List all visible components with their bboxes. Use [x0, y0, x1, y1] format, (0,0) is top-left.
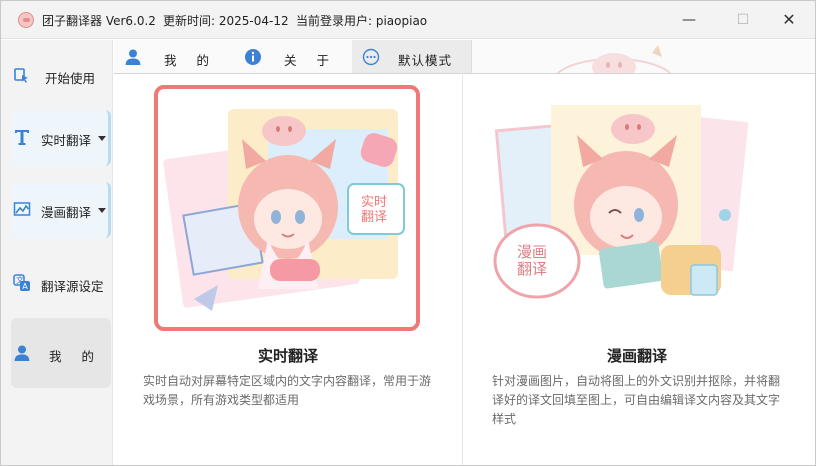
- manga-illustration[interactable]: 漫画翻译: [491, 95, 759, 315]
- minimize-button[interactable]: —: [669, 5, 709, 35]
- title-bar: 团子翻译器 Ver6.0.2 更新时间: 2025-04-12 当前登录用户: …: [1, 1, 815, 39]
- sidebar-item-translate-source[interactable]: 文 A 翻译源设定: [11, 256, 111, 312]
- card-title: 实时翻译: [257, 347, 318, 365]
- sidebar-item-label: 我的: [49, 349, 115, 364]
- app-name: 团子翻译器 Ver6.0.2: [42, 14, 156, 28]
- image-chart-icon: [13, 202, 31, 216]
- app-window: 团子翻译器 Ver6.0.2 更新时间: 2025-04-12 当前登录用户: …: [0, 0, 816, 466]
- user-icon: [14, 345, 30, 361]
- sidebar-item-me[interactable]: 我的: [11, 318, 111, 388]
- anime-girl-illustration: 实时翻译: [163, 109, 405, 311]
- chevron-down-icon[interactable]: [98, 136, 106, 141]
- sidebar-item-label: 漫画翻译: [41, 205, 92, 220]
- svg-text:A: A: [22, 282, 28, 291]
- update-time: 更新时间: 2025-04-12: [163, 14, 289, 28]
- close-button[interactable]: ✕: [769, 5, 809, 35]
- tab-bar: 我的 关于 默认模式: [114, 40, 815, 74]
- tab-me[interactable]: 我的: [114, 40, 232, 73]
- current-user: 当前登录用户: piaopiao: [296, 14, 428, 28]
- tab-label: 我的: [164, 53, 230, 68]
- info-icon: [245, 49, 261, 65]
- sidebar-item-label: 翻译源设定: [41, 279, 104, 294]
- app-logo-icon: [18, 12, 34, 28]
- tab-default-mode[interactable]: 默认模式: [352, 40, 472, 73]
- realtime-illustration-frame[interactable]: 实时翻译: [154, 85, 420, 331]
- translate-source-icon: 文 A: [13, 274, 30, 291]
- dots-circle-icon: [362, 48, 380, 66]
- tab-label: 默认模式: [398, 53, 453, 68]
- maximize-button[interactable]: ☐: [723, 5, 763, 35]
- tab-label: 关于: [284, 53, 350, 68]
- card-realtime-translate[interactable]: 实时翻译 实时翻译 实时自动对屏幕特定区域内的文字内容翻译，常用于游戏场景，所有…: [114, 75, 462, 465]
- user-icon: [125, 49, 141, 65]
- badge-text: 漫画翻译: [517, 243, 547, 278]
- badge-text: 实时翻译: [361, 195, 387, 225]
- sidebar-item-label: 实时翻译: [41, 133, 92, 148]
- sidebar-item-manga[interactable]: 漫画翻译: [11, 182, 111, 238]
- sidebar: 开始使用 实时翻译 漫画翻译 文 A 翻译源设定 我的: [1, 40, 113, 465]
- anime-girl-manga-illustration: 漫画翻译: [493, 105, 749, 299]
- sidebar-item-label: 开始使用: [45, 71, 96, 86]
- main-content: 实时翻译 实时翻译 实时自动对屏幕特定区域内的文字内容翻译，常用于游戏场景，所有…: [114, 75, 815, 465]
- card-description: 针对漫画图片，自动将图上的外文识别并抠除，并将翻译好的译文回填至图上，可自由编辑…: [492, 374, 781, 426]
- start-icon: [14, 68, 28, 83]
- tab-about[interactable]: 关于: [234, 40, 352, 73]
- chevron-down-icon[interactable]: [98, 208, 106, 213]
- text-t-icon: [15, 130, 29, 145]
- sidebar-item-start[interactable]: 开始使用: [11, 48, 111, 104]
- card-manga-translate[interactable]: 漫画翻译 漫画翻译 针对漫画图片，自动将图上的外文识别并抠除，并将翻译好的译文回…: [463, 75, 811, 465]
- sidebar-item-realtime[interactable]: 实时翻译: [11, 110, 111, 166]
- card-title: 漫画翻译: [606, 347, 667, 365]
- card-description: 实时自动对屏幕特定区域内的文字内容翻译，常用于游戏场景，所有游戏类型都适用: [143, 374, 432, 407]
- mascot-decoration-icon: [556, 45, 672, 73]
